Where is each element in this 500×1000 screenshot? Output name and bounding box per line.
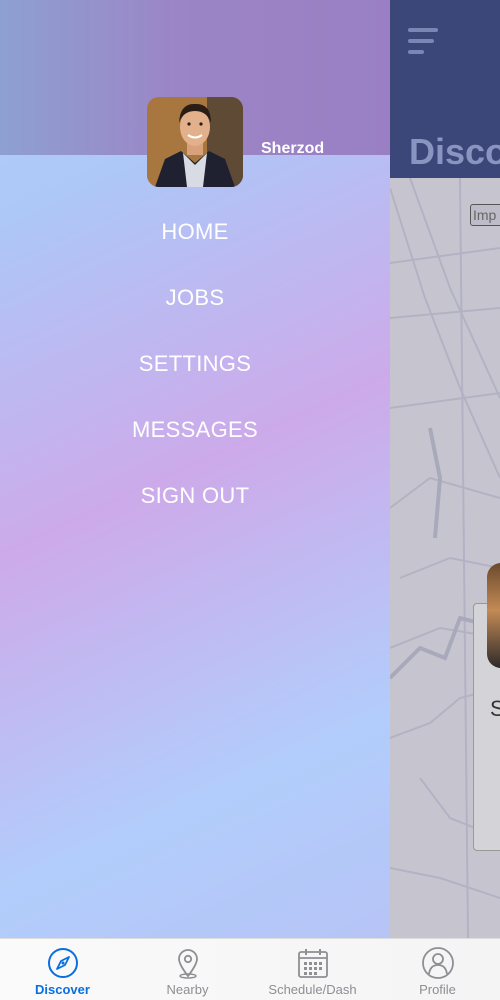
location-pin-icon xyxy=(177,949,198,979)
tab-nearby-label: Nearby xyxy=(166,982,209,997)
menu-item-home[interactable]: HOME xyxy=(0,214,390,280)
user-name: Sherzod xyxy=(261,140,325,157)
menu-item-sign-out[interactable]: SIGN OUT xyxy=(0,478,390,544)
tab-schedule-dash-label: Schedule/Dash xyxy=(268,982,357,997)
side-drawer: Sherzod HOME JOBS SETTINGS MESSAGES SIGN… xyxy=(0,0,390,938)
provider-card-name: S xyxy=(490,696,500,721)
drawer-menu: HOME JOBS SETTINGS MESSAGES SIGN OUT xyxy=(0,214,390,544)
provider-card-avatar xyxy=(487,563,500,668)
calendar-icon xyxy=(297,949,328,978)
page-title: Disco xyxy=(409,131,500,172)
avatar[interactable] xyxy=(147,97,243,187)
app-root: Disco Imp S Sherzod HOME JOBS SETTINGS M… xyxy=(0,0,500,1000)
tab-profile[interactable]: Profile xyxy=(375,939,500,1000)
background-discover-screen: Disco Imp S xyxy=(390,0,500,938)
menu-item-settings[interactable]: SETTINGS xyxy=(0,346,390,412)
menu-item-jobs[interactable]: JOBS xyxy=(0,280,390,346)
tab-schedule-dash[interactable]: Schedule/Dash xyxy=(250,939,375,1000)
tab-nearby[interactable]: Nearby xyxy=(125,939,250,1000)
tab-profile-label: Profile xyxy=(419,982,456,997)
map-marker-label[interactable]: Imp xyxy=(470,204,500,226)
compass-icon xyxy=(47,948,78,978)
menu-item-messages[interactable]: MESSAGES xyxy=(0,412,390,478)
tab-discover[interactable]: Discover xyxy=(0,939,125,1000)
bottom-tab-bar: Discover Nearby Schedule/Dash Profile xyxy=(0,938,500,1000)
user-photo xyxy=(147,97,243,187)
background-header: Disco xyxy=(390,0,500,178)
hamburger-menu-icon[interactable] xyxy=(408,28,440,60)
tab-discover-label: Discover xyxy=(35,982,90,997)
person-icon xyxy=(421,947,454,979)
